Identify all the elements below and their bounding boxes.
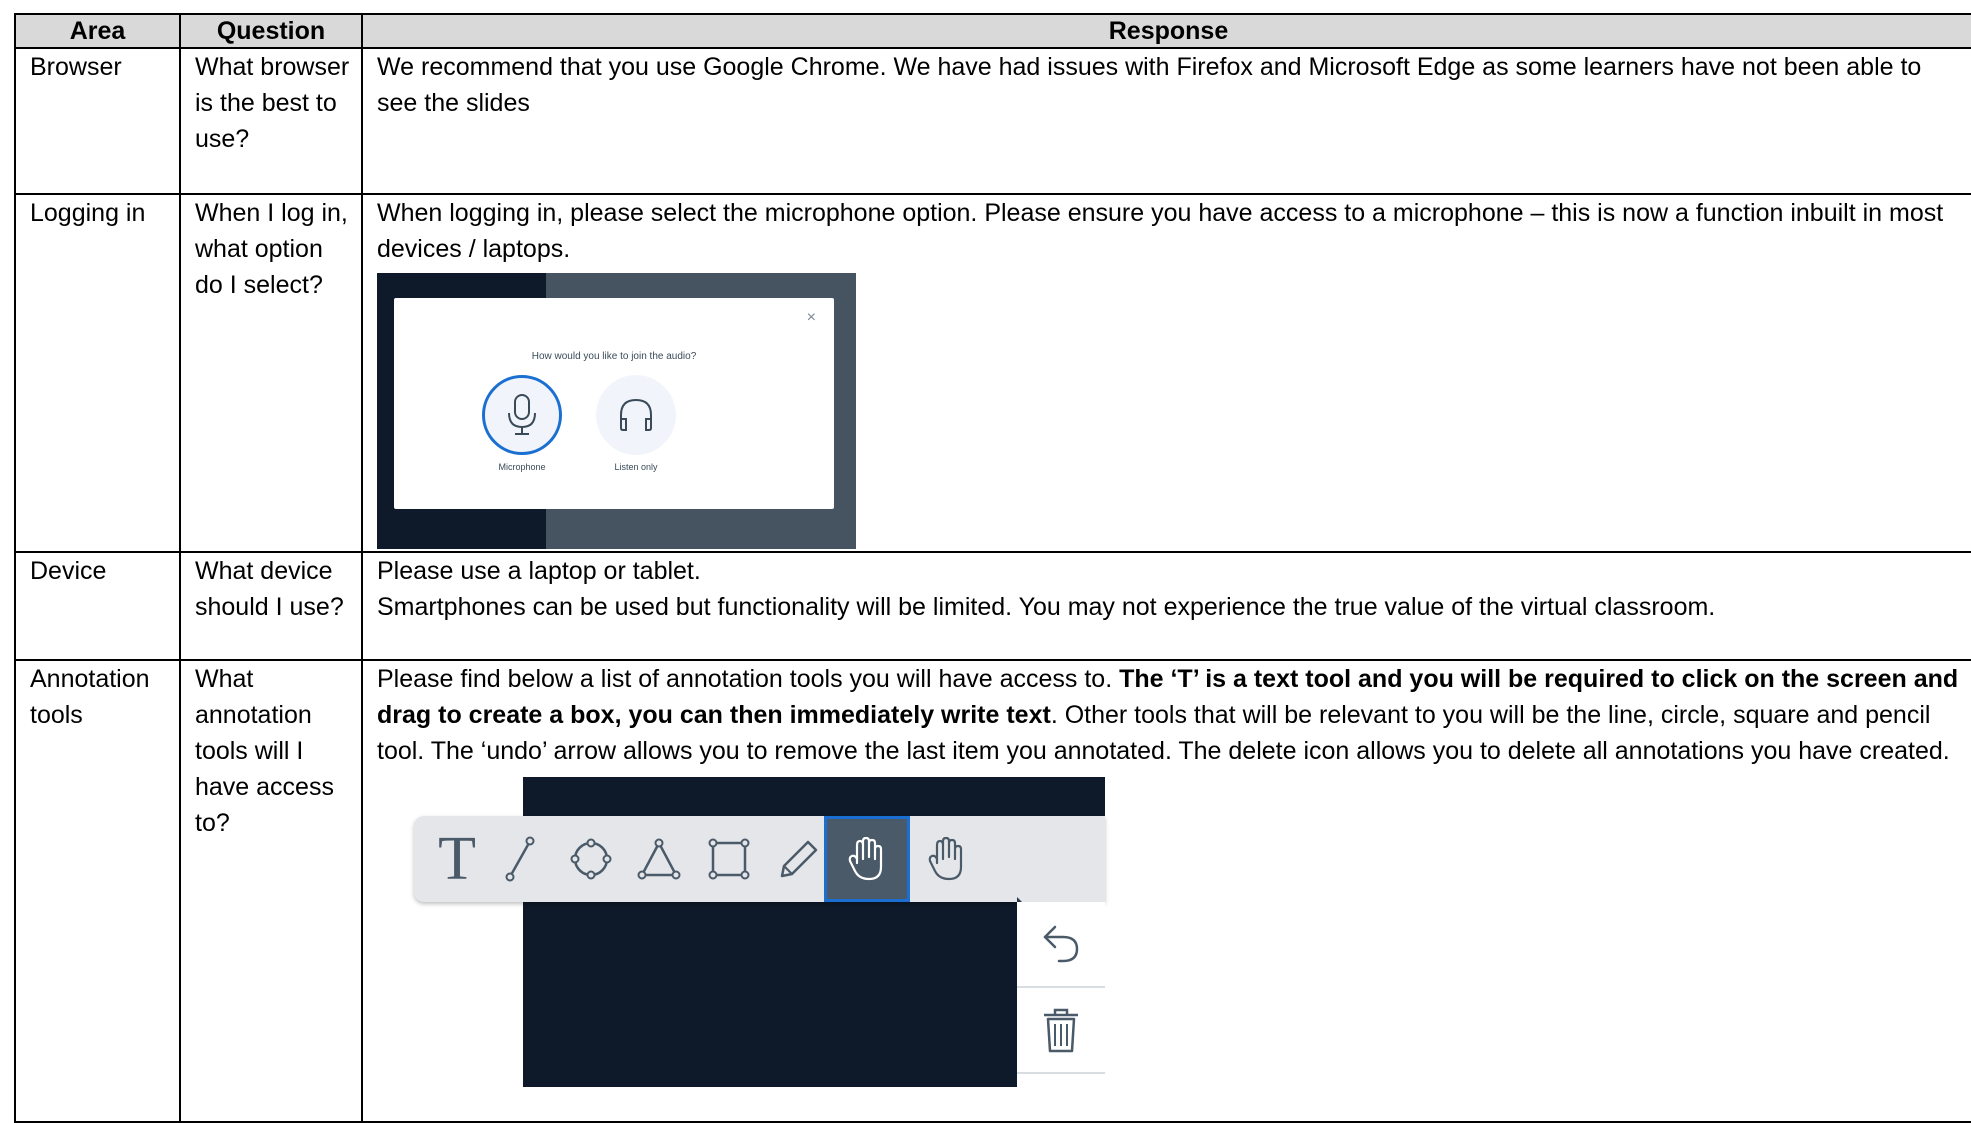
annotation-side-menu (1017, 902, 1105, 1087)
response-cell: Please use a laptop or tablet. Smartphon… (361, 551, 1971, 661)
area-cell: Logging in (14, 193, 181, 553)
delete-icon[interactable] (1017, 988, 1105, 1074)
header-response: Response (361, 13, 1971, 49)
listen-only-option[interactable]: Listen only (576, 375, 696, 472)
dialog-prompt: How would you like to join the audio? (531, 351, 697, 362)
microphone-icon (482, 375, 562, 455)
table-header-row: Area Question Response (14, 13, 1971, 49)
response-line: Smartphones can be used but functionalit… (377, 593, 1716, 621)
area-cell: Browser (14, 47, 181, 195)
question-cell: What annotation tools will I have access… (179, 659, 363, 1123)
annotation-toolbar-screenshot: T (377, 777, 1107, 1087)
area-cell: Device (14, 551, 181, 661)
microphone-label: Microphone (498, 462, 546, 472)
response-text: When logging in, please select the micro… (377, 199, 1944, 263)
response-intro: Please find below a list of annotation t… (377, 665, 1120, 693)
header-question: Question (179, 13, 363, 49)
response-line: Please use a laptop or tablet. (377, 557, 701, 585)
audio-dialog-screenshot: × How would you like to join the audio? (377, 273, 856, 549)
table-row: Annotation tools What annotation tools w… (14, 659, 1971, 1123)
text-tool-glyph: T (438, 825, 476, 893)
response-cell: We recommend that you use Google Chrome.… (361, 47, 1971, 195)
table-row: Device What device should I use? Please … (14, 551, 1971, 661)
annotation-toolbar: T (414, 816, 1105, 902)
hand-tool-icon[interactable] (824, 816, 910, 902)
header-area: Area (14, 13, 181, 49)
hand-tool-icon[interactable] (904, 816, 990, 902)
table-row: Browser What browser is the best to use?… (14, 47, 1971, 195)
faq-table: Area Question Response Browser What brow… (14, 13, 1971, 1123)
microphone-option[interactable]: Microphone (462, 375, 582, 472)
question-cell: When I log in, what option do I select? (179, 193, 363, 553)
response-text: Please find below a list of annotation t… (377, 661, 1964, 769)
question-cell: What device should I use? (179, 551, 363, 661)
headphones-icon (596, 375, 676, 455)
response-cell: When logging in, please select the micro… (361, 193, 1971, 553)
response-cell: Please find below a list of annotation t… (361, 659, 1971, 1123)
audio-dialog: × How would you like to join the audio? (394, 298, 834, 509)
question-cell: What browser is the best to use? (179, 47, 363, 195)
undo-icon[interactable] (1017, 902, 1105, 988)
listen-only-label: Listen only (614, 462, 658, 472)
table-row: Logging in When I log in, what option do… (14, 193, 1971, 553)
area-cell: Annotation tools (14, 659, 181, 1123)
close-icon[interactable]: × (807, 310, 816, 326)
